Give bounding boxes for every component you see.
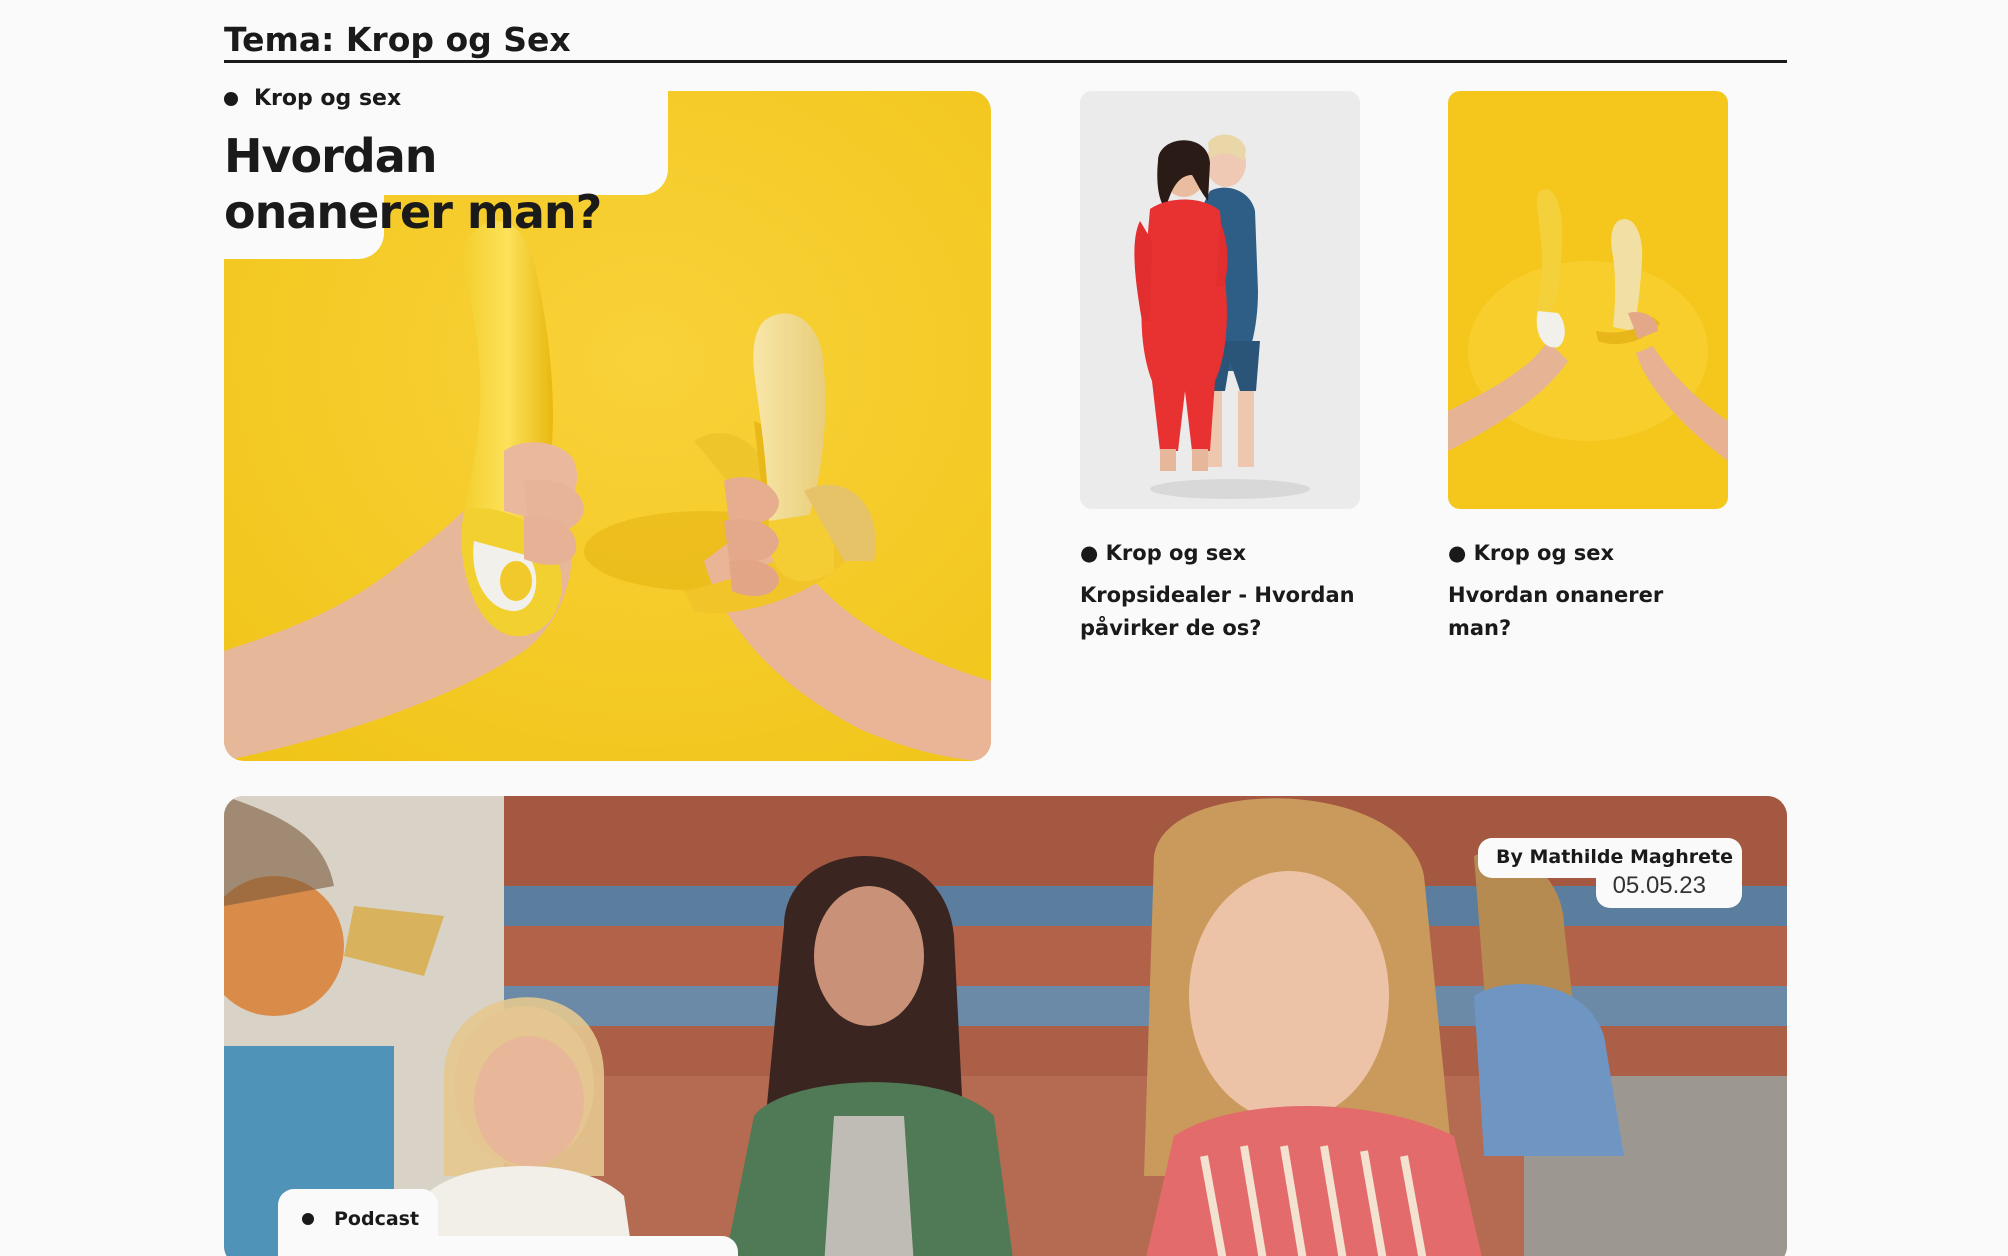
hero-category: Podcast [302,1208,419,1230]
byline-date: 05.05.23 [1612,872,1706,899]
bullet-dot-icon [302,1213,314,1225]
card-title[interactable]: Kropsidealer - Hvordan påvirker de os? [1080,579,1360,645]
theme-header: Tema: Krop og Sex [224,18,1787,63]
card-image[interactable] [1448,91,1728,509]
featured-category: Krop og sex [224,86,401,111]
theme-title: Tema: Krop og Sex [224,20,571,59]
featured-title[interactable]: Hvordan onanerer man? [224,128,664,240]
card-title[interactable]: Hvordan onanerer man? [1448,579,1728,645]
article-card[interactable]: ● Krop og sex Hvordan onanerer man? [1448,91,1728,645]
byline-author[interactable]: By Mathilde Maghrete [1496,846,1733,868]
article-card[interactable]: ● Krop og sex Kropsidealer - Hvordan påv… [1080,91,1360,645]
hero-title-backdrop [278,1236,738,1256]
card-category: ● Krop og sex [1448,541,1615,565]
card-category: ● Krop og sex [1080,541,1247,565]
bullet-dot-icon [224,91,238,106]
hero-category-label: Podcast [334,1208,420,1230]
featured-category-label: Krop og sex [254,86,402,111]
page: Tema: Krop og Sex Krop og sex Hvordan on… [0,0,2008,1256]
card-image[interactable] [1080,91,1360,509]
byline: By Mathilde Maghrete 05.05.23 [1478,838,1742,908]
hero-article[interactable]: By Mathilde Maghrete 05.05.23 Podcast [224,796,1787,1256]
